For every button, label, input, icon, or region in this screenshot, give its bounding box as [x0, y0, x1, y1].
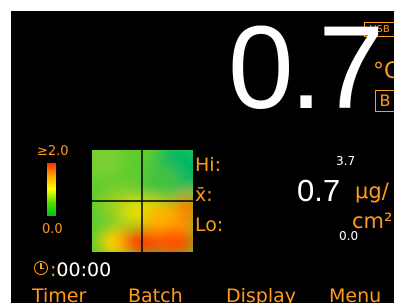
main-reading-value: 0.7 — [228, 11, 384, 134]
menu-softkey[interactable]: Menu — [329, 285, 381, 303]
average-label: x̄: — [195, 184, 213, 206]
lo-label: Lo: — [195, 214, 224, 236]
color-scale-bar — [47, 163, 56, 216]
average-value: 0.7 — [297, 173, 341, 208]
softkey-bar: Timer Batch Display Menu — [32, 285, 394, 303]
heatmap-image — [92, 150, 193, 252]
hi-value: 3.7 — [336, 154, 356, 168]
unit-denominator: cm² — [352, 209, 393, 233]
clock-icon — [34, 261, 48, 275]
batch-softkey[interactable]: Batch — [128, 285, 183, 303]
temperature-unit: °C — [373, 59, 394, 84]
mode-badge: B — [375, 90, 394, 112]
device-screen: USB 0.7 °C B ≥2.0 0.0 Hi: x̄: Lo: 3.7 0.… — [11, 11, 394, 303]
hi-label: Hi: — [195, 154, 221, 176]
display-softkey[interactable]: Display — [226, 285, 296, 303]
timer-value: 00:00 — [56, 259, 112, 281]
timer-softkey[interactable]: Timer — [32, 285, 86, 303]
unit-numerator: μg/ — [355, 179, 389, 203]
scale-max-label: ≥2.0 — [37, 144, 69, 159]
scale-min-label: 0.0 — [42, 222, 63, 237]
timer-display: :00:00 — [34, 259, 111, 281]
